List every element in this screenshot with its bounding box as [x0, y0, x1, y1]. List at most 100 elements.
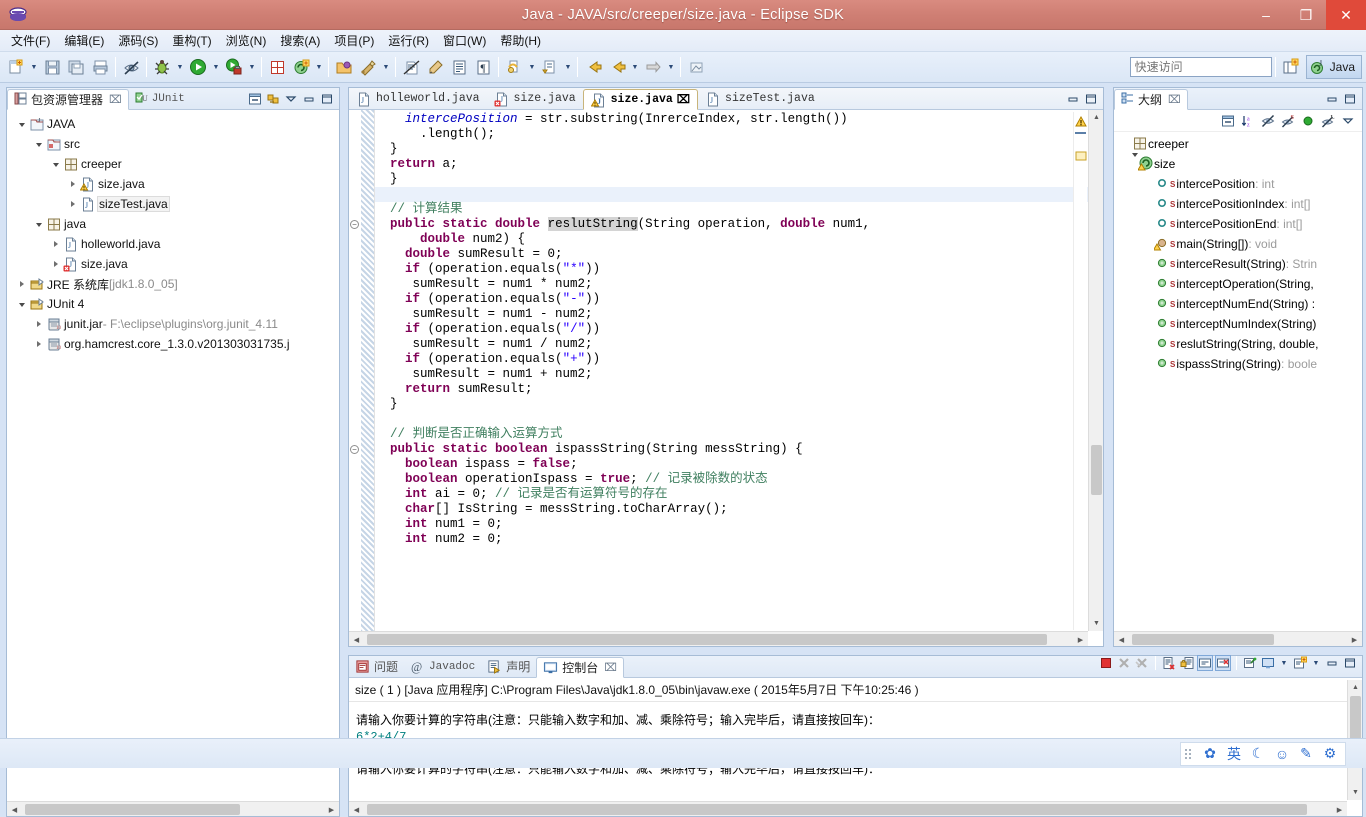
- scroll-down-icon[interactable]: ▼: [1089, 616, 1104, 631]
- scroll-right-icon[interactable]: ▶: [1347, 632, 1362, 647]
- hide-nonpublic-icon[interactable]: [1300, 113, 1316, 129]
- print-icon[interactable]: [88, 55, 112, 79]
- java-working-set-icon[interactable]: [423, 55, 447, 79]
- smiley-icon[interactable]: ☺: [1271, 743, 1293, 765]
- tree-item[interactable]: JUnit 4: [7, 294, 339, 314]
- outline-item[interactable]: SinterceptNumEnd(String) :: [1114, 294, 1362, 314]
- chevron-right-icon[interactable]: [66, 198, 79, 211]
- warning-marker-icon[interactable]: [1075, 116, 1087, 131]
- toggle-java-editor-icon[interactable]: [399, 55, 423, 79]
- outline-item[interactable]: SispassString(String) : boole: [1114, 354, 1362, 374]
- tree-item[interactable]: Jsize.java: [7, 254, 339, 274]
- maximize-icon[interactable]: [319, 91, 335, 107]
- tree-item[interactable]: JRE 系统库 [jdk1.8.0_05]: [7, 274, 339, 294]
- collapse-all-icon[interactable]: [1220, 113, 1236, 129]
- scroll-left-icon[interactable]: ◀: [349, 802, 364, 817]
- scroll-right-icon[interactable]: ▶: [324, 802, 339, 817]
- run-dropdown[interactable]: ▼: [210, 55, 222, 79]
- back-icon[interactable]: [581, 55, 605, 79]
- tree-item[interactable]: Jholleworld.java: [7, 234, 339, 254]
- outline-item[interactable]: SreslutString(String, double,: [1114, 334, 1362, 354]
- tree-item[interactable]: creeper: [7, 154, 339, 174]
- tree-item[interactable]: 10junit.jar - F:\eclipse\plugins\org.jun…: [7, 314, 339, 334]
- console-tab-0[interactable]: 问题: [349, 656, 404, 677]
- run-external-tools-icon[interactable]: [222, 55, 246, 79]
- chinese-english-toggle[interactable]: 英: [1223, 743, 1245, 765]
- clear-console-icon[interactable]: [1161, 655, 1177, 671]
- outline-item[interactable]: Smain(String[]) : void: [1114, 234, 1362, 254]
- tab-outline[interactable]: 大纲 ⌧: [1114, 89, 1188, 110]
- editor-tab-2[interactable]: Jsize.java⌧: [583, 89, 698, 110]
- scroll-right-icon[interactable]: ▶: [1073, 632, 1088, 647]
- editor-hscrollbar[interactable]: ◀ ▶: [349, 631, 1088, 646]
- toggle-mark-occurrences-icon[interactable]: [119, 55, 143, 79]
- chevron-right-icon[interactable]: [49, 258, 62, 271]
- menu-item-6[interactable]: 项目(P): [327, 30, 381, 51]
- display-selected-console-icon[interactable]: [1260, 655, 1276, 671]
- moon-icon[interactable]: ☾: [1247, 743, 1269, 765]
- chevron-down-icon[interactable]: [49, 158, 62, 171]
- sogou-logo-icon[interactable]: ✿: [1199, 743, 1221, 765]
- remove-all-icons[interactable]: [1134, 655, 1150, 671]
- hide-local-icon[interactable]: L: [1320, 113, 1336, 129]
- outline-item[interactable]: SinterceptOperation(String,: [1114, 274, 1362, 294]
- chevron-down-icon[interactable]: [15, 298, 28, 311]
- tree-item[interactable]: Jsize.java: [7, 174, 339, 194]
- scroll-right-icon[interactable]: ▶: [1332, 802, 1347, 817]
- minimize-icon[interactable]: [1324, 91, 1340, 107]
- forward-nav-icon[interactable]: [641, 55, 665, 79]
- new-java-class-icon[interactable]: [289, 55, 313, 79]
- menu-item-8[interactable]: 窗口(W): [436, 30, 493, 51]
- minimize-button[interactable]: –: [1246, 0, 1286, 30]
- tree-item[interactable]: JsizeTest.java: [7, 194, 339, 214]
- menu-item-4[interactable]: 浏览(N): [219, 30, 274, 51]
- sort-icon[interactable]: az: [1240, 113, 1256, 129]
- collapse-all-icon[interactable]: [247, 91, 263, 107]
- nav-dropdown[interactable]: ▼: [665, 55, 677, 79]
- menu-item-0[interactable]: 文件(F): [4, 30, 57, 51]
- outline-item[interactable]: SintercePositionEnd : int[]: [1114, 214, 1362, 234]
- menu-item-5[interactable]: 搜索(A): [273, 30, 327, 51]
- scroll-left-icon[interactable]: ◀: [1114, 632, 1129, 647]
- menu-item-1[interactable]: 编辑(E): [57, 30, 111, 51]
- editor-tab-1[interactable]: Jsize.java: [487, 88, 583, 109]
- package-explorer-tree[interactable]: JJAVAsrccreeperJsize.javaJsizeTest.javaj…: [7, 110, 339, 354]
- menu-item-7[interactable]: 运行(R): [381, 30, 436, 51]
- minimize-icon[interactable]: [1324, 655, 1340, 671]
- outline-item[interactable]: SinterceptNumIndex(String): [1114, 314, 1362, 334]
- chevron-down-icon[interactable]: [32, 218, 45, 231]
- chevron-down-icon[interactable]: [32, 138, 45, 151]
- maximize-icon[interactable]: [1083, 91, 1099, 107]
- quick-access-input[interactable]: [1130, 57, 1272, 77]
- maximize-button[interactable]: ❐: [1286, 0, 1326, 30]
- package-explorer-hscrollbar[interactable]: ◀ ▶: [7, 801, 339, 816]
- paragraph-icon[interactable]: ¶: [471, 55, 495, 79]
- lock-scroll-icon[interactable]: [1179, 655, 1195, 671]
- debug-dropdown[interactable]: ▼: [174, 55, 186, 79]
- menu-item-2[interactable]: 源码(S): [111, 30, 165, 51]
- tree-item[interactable]: JJAVA: [7, 114, 339, 134]
- open-type-icon[interactable]: [332, 55, 356, 79]
- overview-ruler[interactable]: [1073, 112, 1087, 630]
- minimize-icon[interactable]: [301, 91, 317, 107]
- scroll-left-icon[interactable]: ◀: [349, 632, 364, 647]
- open-console-icon[interactable]: [1292, 655, 1308, 671]
- source-code[interactable]: intercePosition = str.substring(InrerceI…: [375, 110, 1103, 646]
- link-with-editor-icon[interactable]: [265, 91, 281, 107]
- external-tools-dropdown[interactable]: ▼: [246, 55, 258, 79]
- menu-item-9[interactable]: 帮助(H): [493, 30, 548, 51]
- open-perspective-icon[interactable]: [1279, 55, 1303, 79]
- debug-icon[interactable]: [150, 55, 174, 79]
- fold-collapse-icon[interactable]: −: [350, 445, 359, 454]
- forward-dropdown[interactable]: ▼: [629, 55, 641, 79]
- console-tab-3[interactable]: 控制台⌧: [536, 657, 624, 678]
- console-hscrollbar[interactable]: ◀ ▶: [349, 801, 1347, 816]
- outline-item[interactable]: SintercePositionIndex : int[]: [1114, 194, 1362, 214]
- tab-package-explorer[interactable]: 包资源管理器 ⌧: [7, 89, 129, 110]
- new-class-dropdown[interactable]: ▼: [313, 55, 325, 79]
- ime-toolbar[interactable]: ✿英☾☺✎⚙: [1180, 742, 1346, 766]
- open-console-dropdown[interactable]: ▼: [1310, 651, 1322, 675]
- close-icon[interactable]: ⌧: [604, 661, 617, 674]
- chevron-down-icon[interactable]: [15, 118, 28, 131]
- chevron-right-icon[interactable]: [32, 318, 45, 331]
